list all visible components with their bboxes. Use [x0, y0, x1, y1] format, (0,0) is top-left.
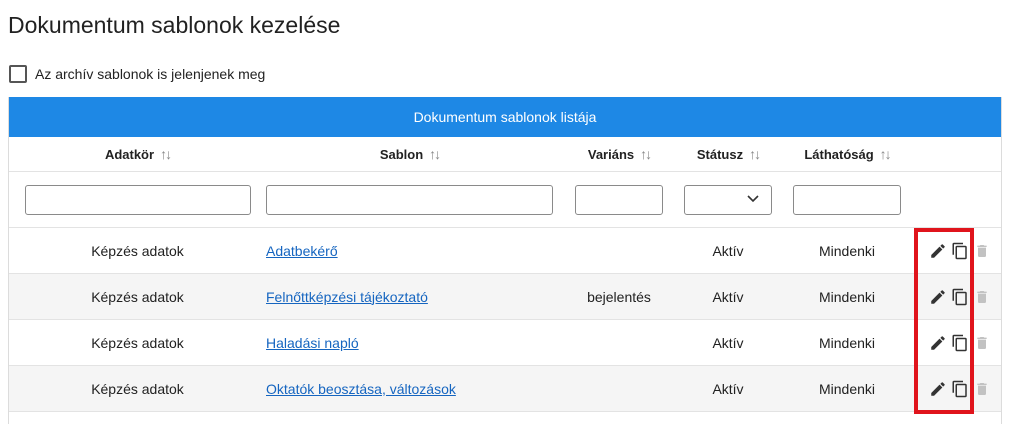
delete-icon[interactable] [971, 378, 992, 399]
cell-adatkor: Képzés adatok [91, 380, 184, 397]
lathatosag-filter-input[interactable] [793, 184, 901, 215]
cell-lathatosag: Mindenki [818, 288, 876, 305]
column-header-statusz[interactable]: Státusz ↑↓ [683, 137, 773, 171]
table-row: Képzés adatok Oktatók beosztása, változá… [9, 366, 1001, 412]
edit-icon[interactable] [927, 240, 948, 261]
table-row: Képzés adatok Adatbekérő Aktív Mindenki [9, 228, 1001, 274]
sort-icon[interactable]: ↑↓ [880, 146, 892, 162]
copy-icon[interactable] [949, 286, 970, 307]
cell-varians [574, 366, 664, 411]
row-actions [927, 228, 993, 273]
column-header-sablon[interactable]: Sablon ↑↓ [266, 137, 553, 171]
cell-lathatosag: Mindenki [818, 380, 876, 397]
sort-icon[interactable]: ↑↓ [749, 146, 761, 162]
cell-varians [574, 228, 664, 273]
table-header-row: Adatkör ↑↓ Sablon ↑↓ Variáns ↑↓ Státusz ↑↓ L… [9, 137, 1001, 172]
adatkor-filter-input[interactable] [24, 184, 251, 215]
cell-adatkor: Képzés adatok [91, 334, 184, 351]
cell-adatkor: Képzés adatok [91, 242, 184, 259]
table-filter-row [9, 172, 1001, 228]
cell-lathatosag: Mindenki [818, 334, 876, 351]
cell-lathatosag: Mindenki [818, 242, 876, 259]
sort-icon[interactable]: ↑↓ [160, 146, 172, 162]
statusz-filter-select[interactable] [684, 184, 772, 215]
edit-icon[interactable] [927, 332, 948, 353]
page-title: Dokumentum sablonok kezelése [8, 12, 341, 38]
cell-statusz: Aktív [712, 242, 744, 259]
copy-icon[interactable] [949, 240, 970, 261]
table-row: Képzés adatok Haladási napló Aktív Minde… [9, 320, 1001, 366]
delete-icon[interactable] [971, 240, 992, 261]
row-actions [927, 366, 993, 411]
edit-icon[interactable] [927, 378, 948, 399]
column-header-adatkor[interactable]: Adatkör ↑↓ [19, 137, 256, 171]
cell-varians [574, 320, 664, 365]
table-row: Képzés adatok Felnőttképzési tájékoztató… [9, 274, 1001, 320]
template-link[interactable]: Oktatók beosztása, változások [266, 381, 456, 397]
templates-table: Dokumentum sablonok listája Adatkör ↑↓ Sa… [8, 97, 1002, 424]
cell-statusz: Aktív [712, 288, 744, 305]
template-link[interactable]: Haladási napló [266, 335, 359, 351]
cell-adatkor: Képzés adatok [91, 288, 184, 305]
template-link[interactable]: Felnőttképzési tájékoztató [266, 289, 428, 305]
delete-icon[interactable] [971, 332, 992, 353]
archive-filter[interactable]: Az archív sablonok is jelenjenek meg [9, 65, 265, 83]
cell-varians: bejelentés [587, 288, 651, 305]
archive-checkbox[interactable] [9, 65, 27, 83]
copy-icon[interactable] [949, 332, 970, 353]
copy-icon[interactable] [949, 378, 970, 399]
chevron-down-icon [747, 194, 759, 202]
sort-icon[interactable]: ↑↓ [429, 146, 441, 162]
cell-statusz: Aktív [712, 334, 744, 351]
row-actions [927, 320, 993, 365]
column-header-varians[interactable]: Variáns ↑↓ [574, 137, 664, 171]
delete-icon[interactable] [971, 286, 992, 307]
archive-checkbox-label: Az archív sablonok is jelenjenek meg [35, 66, 266, 82]
table-caption: Dokumentum sablonok listája [9, 97, 1001, 137]
varians-filter-input[interactable] [575, 184, 663, 215]
row-actions [927, 274, 993, 319]
cell-statusz: Aktív [712, 380, 744, 397]
sort-icon[interactable]: ↑↓ [640, 146, 652, 162]
sablon-filter-input[interactable] [266, 184, 553, 215]
column-header-lathatosag[interactable]: Láthatóság ↑↓ [792, 137, 902, 171]
edit-icon[interactable] [927, 286, 948, 307]
template-link[interactable]: Adatbekérő [266, 243, 338, 259]
